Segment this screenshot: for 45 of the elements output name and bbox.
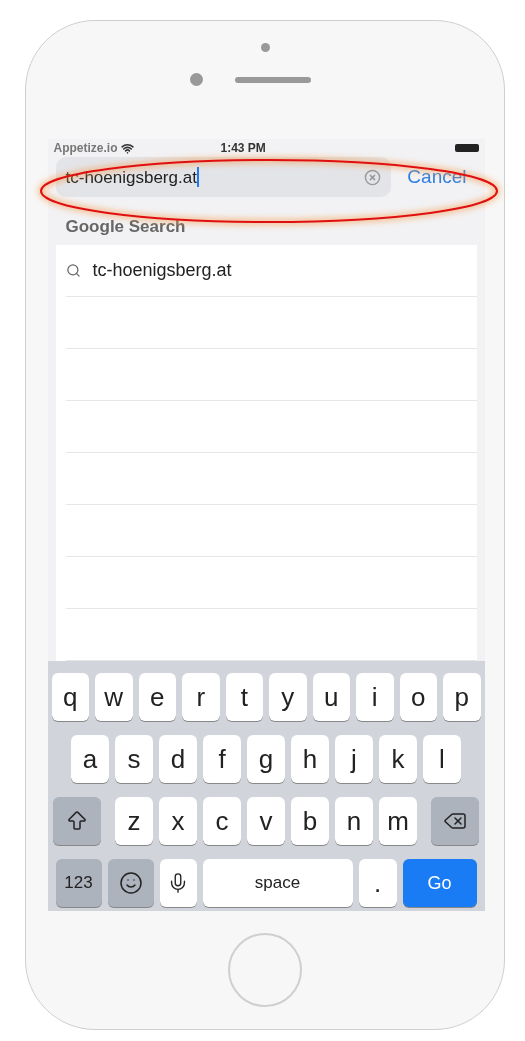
- key[interactable]: f: [203, 735, 241, 783]
- key[interactable]: b: [291, 797, 329, 845]
- key[interactable]: c: [203, 797, 241, 845]
- key[interactable]: x: [159, 797, 197, 845]
- delete-key[interactable]: [431, 797, 479, 845]
- key[interactable]: k: [379, 735, 417, 783]
- key[interactable]: g: [247, 735, 285, 783]
- key[interactable]: i: [356, 673, 394, 721]
- key[interactable]: t: [225, 673, 263, 721]
- key[interactable]: d: [159, 735, 197, 783]
- key[interactable]: o: [399, 673, 437, 721]
- suggestion-row[interactable]: tc-hoenigsberg.at: [65, 245, 477, 297]
- key[interactable]: s: [115, 735, 153, 783]
- shift-key[interactable]: [53, 797, 101, 845]
- key[interactable]: w: [95, 673, 133, 721]
- section-header: Google Search: [65, 216, 186, 236]
- key[interactable]: v: [247, 797, 285, 845]
- key[interactable]: j: [335, 735, 373, 783]
- search-icon: [65, 263, 81, 278]
- dictation-key[interactable]: [159, 859, 197, 907]
- key[interactable]: m: [379, 797, 417, 845]
- key[interactable]: r: [182, 673, 220, 721]
- key[interactable]: q: [51, 673, 89, 721]
- key[interactable]: h: [291, 735, 329, 783]
- key[interactable]: e: [138, 673, 176, 721]
- key[interactable]: y: [269, 673, 307, 721]
- battery-icon: [454, 144, 479, 152]
- wifi-icon: [120, 141, 134, 155]
- key[interactable]: a: [71, 735, 109, 783]
- shift-icon: [65, 809, 89, 833]
- key[interactable]: .: [358, 859, 397, 907]
- key[interactable]: n: [335, 797, 373, 845]
- key[interactable]: l: [423, 735, 461, 783]
- search-field[interactable]: tc-hoenigsberg.at: [55, 157, 392, 198]
- key[interactable]: z: [115, 797, 153, 845]
- emoji-key[interactable]: [107, 859, 154, 907]
- key[interactable]: u: [312, 673, 350, 721]
- smiley-icon: [118, 871, 143, 895]
- key[interactable]: p: [443, 673, 481, 721]
- carrier-name: Appetize.io: [53, 140, 118, 157]
- status-time: 1:43 PM: [220, 140, 266, 157]
- go-key[interactable]: Go: [402, 859, 477, 907]
- space-key[interactable]: space: [202, 859, 353, 907]
- numbers-key[interactable]: 123: [55, 859, 102, 907]
- text-cursor: [196, 167, 199, 188]
